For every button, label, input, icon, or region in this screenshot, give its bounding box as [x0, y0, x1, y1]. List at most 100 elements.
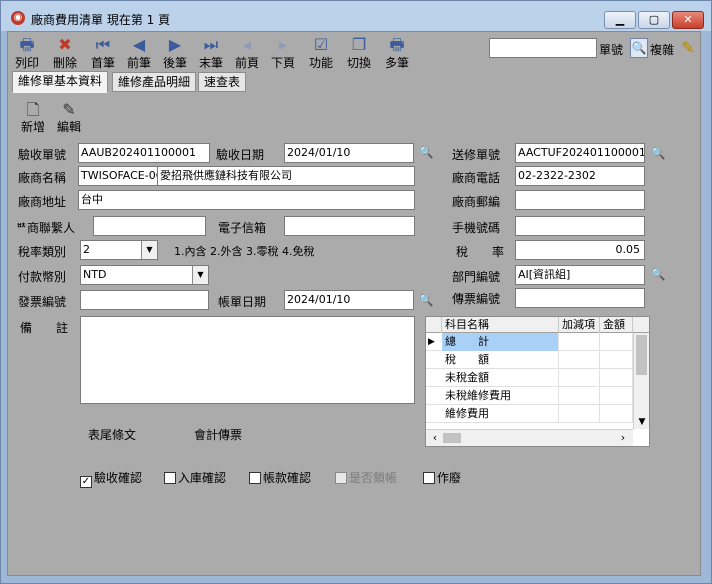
grid-vertical-scroll-thumb[interactable]: [636, 335, 647, 375]
table-row[interactable]: 稅 額: [426, 351, 633, 369]
footer-terms-link[interactable]: 表尾條文: [88, 426, 136, 443]
edit-button[interactable]: ✎ 編輯: [52, 100, 86, 136]
table-row[interactable]: 未稅維修費用: [426, 387, 633, 405]
grid-header-account-name[interactable]: 科目名稱: [442, 317, 559, 333]
grid-cell-account-name[interactable]: 未稅維修費用: [442, 387, 559, 405]
grid-cell-amount[interactable]: [600, 387, 633, 405]
grid-cell-amount[interactable]: [600, 333, 633, 351]
grid-cell-account-name[interactable]: 總 計: [442, 333, 559, 351]
vendor-postal-field[interactable]: [515, 190, 645, 210]
remarks-textarea[interactable]: [80, 316, 415, 404]
grid-cell-amount[interactable]: [600, 351, 633, 369]
vendor-name-field[interactable]: 愛招飛供應鏈科技有限公司: [157, 166, 415, 186]
table-row[interactable]: 維修費用: [426, 405, 633, 423]
grid-cell-adjustment[interactable]: [559, 387, 600, 405]
tab-basic-info[interactable]: 維修單基本資料: [12, 71, 109, 93]
previous-record-label: 前筆: [126, 56, 151, 70]
chevron-right-icon[interactable]: ›: [616, 430, 630, 446]
minimize-button[interactable]: ▁: [604, 11, 636, 29]
department-lookup-icon[interactable]: 🔍: [649, 265, 667, 283]
invoice-no-field[interactable]: [80, 290, 209, 310]
acceptance-confirm-checkbox[interactable]: ✓ 驗收確認: [80, 470, 142, 488]
void-checkbox[interactable]: 作廢: [423, 470, 461, 486]
function-button[interactable]: ☑ 功能: [304, 35, 338, 71]
grid-header-amount[interactable]: 金額: [600, 317, 633, 333]
vendor-phone-field[interactable]: 02-2322-2302: [515, 166, 645, 186]
grid-horizontal-scrollbar[interactable]: ‹ ›: [426, 429, 633, 446]
amount-summary-grid[interactable]: 科目名稱 加減項 金額 ▶ 總 計 稅 額 未稅金額 未稅維修費用 維修費用 ▼…: [425, 316, 650, 447]
new-document-icon: 🗋: [26, 100, 40, 119]
delivery-no-field[interactable]: AACTUF202401100001: [515, 143, 645, 163]
tax-type-select[interactable]: 2 ▼: [80, 240, 158, 260]
vendor-address-field[interactable]: 台中: [78, 190, 415, 210]
department-label: 部門編號: [452, 270, 501, 284]
maximize-button[interactable]: ▢: [638, 11, 670, 29]
vendor-contact-field[interactable]: [93, 216, 206, 236]
chevron-left-icon[interactable]: ‹: [428, 430, 442, 446]
chevron-down-icon[interactable]: ▼: [634, 415, 649, 429]
vendor-code-field[interactable]: TWISOFACE-0C: [78, 166, 158, 186]
tax-rate-field[interactable]: 0.05: [515, 240, 645, 260]
grid-cell-amount[interactable]: [600, 405, 633, 423]
first-record-button[interactable]: ⏮ 首筆: [86, 35, 120, 71]
table-row[interactable]: 未稅金額: [426, 369, 633, 387]
payment-confirm-checkbox[interactable]: 帳款確認: [249, 470, 311, 486]
grid-cell-account-name[interactable]: 維修費用: [442, 405, 559, 423]
print-button[interactable]: 🖶 列印: [10, 35, 44, 71]
delete-button[interactable]: ✖ 刪除: [48, 35, 82, 71]
chevron-down-icon[interactable]: ▼: [192, 266, 208, 284]
grid-horizontal-scroll-thumb[interactable]: [443, 433, 461, 443]
close-button[interactable]: ✕: [672, 11, 704, 29]
voucher-no-label: 傳票編號: [452, 292, 501, 306]
bill-date-field[interactable]: 2024/01/10: [284, 290, 414, 310]
delete-icon: ✖: [58, 35, 72, 54]
delivery-no-label: 送修單號: [452, 148, 501, 162]
title-bar[interactable]: ◉ 廠商費用清單 現在第 1 頁 ▁ ▢ ✕: [1, 1, 711, 31]
grid-cell-adjustment[interactable]: [559, 369, 600, 387]
new-button[interactable]: 🗋 新增: [16, 100, 50, 136]
grid-cell-adjustment[interactable]: [559, 333, 600, 351]
last-record-button[interactable]: ⏭ 末筆: [194, 35, 228, 71]
grid-cell-adjustment[interactable]: [559, 351, 600, 369]
email-label: 電子信箱: [218, 221, 267, 235]
previous-record-button[interactable]: ◀ 前筆: [122, 35, 156, 71]
app-logo-icon: ◉: [11, 11, 25, 25]
multi-record-button[interactable]: 🖶 多筆: [380, 35, 414, 71]
grid-cell-amount[interactable]: [600, 369, 633, 387]
voucher-no-field[interactable]: [515, 288, 645, 308]
switch-button[interactable]: ❐ 切換: [342, 35, 376, 71]
search-type-label: 單號: [599, 43, 624, 57]
tax-type-value: 2: [83, 243, 90, 256]
email-field[interactable]: [284, 216, 415, 236]
acceptance-date-lookup-icon[interactable]: 🔍: [417, 143, 435, 161]
grid-vertical-scrollbar[interactable]: ▼: [633, 333, 649, 429]
grid-cell-account-name[interactable]: 稅 額: [442, 351, 559, 369]
switch-icon: ❐: [351, 35, 367, 54]
last-record-label: 末筆: [198, 56, 223, 70]
chevron-down-icon[interactable]: ▼: [141, 241, 157, 259]
table-row[interactable]: ▶ 總 計: [426, 333, 633, 351]
accounting-voucher-link[interactable]: 會計傳票: [194, 426, 242, 443]
mobile-field[interactable]: [515, 216, 645, 236]
delivery-no-lookup-icon[interactable]: 🔍: [649, 144, 667, 162]
stock-in-confirm-checkbox[interactable]: 入庫確認: [164, 470, 226, 486]
acceptance-date-field[interactable]: 2024/01/10: [284, 143, 414, 163]
grid-cell-adjustment[interactable]: [559, 405, 600, 423]
grid-cell-account-name[interactable]: 未稅金額: [442, 369, 559, 387]
acceptance-no-field[interactable]: AAUB202401100001: [78, 143, 210, 163]
grid-header-adjustment[interactable]: 加減項: [559, 317, 600, 333]
department-field[interactable]: AI[資訊組]: [515, 265, 645, 285]
advanced-filter-icon[interactable]: ✎: [678, 37, 698, 59]
search-input[interactable]: [489, 38, 597, 58]
tab-quick-lookup[interactable]: 速查表: [198, 72, 247, 92]
tab-product-details[interactable]: 維修產品明細: [112, 72, 197, 92]
advanced-filter-label[interactable]: 複雜: [650, 41, 674, 58]
first-record-icon: ⏮: [95, 35, 111, 54]
search-icon[interactable]: 🔍: [630, 38, 648, 58]
next-record-button[interactable]: ▶ 後筆: [158, 35, 192, 71]
bill-date-lookup-icon[interactable]: 🔍: [417, 291, 435, 309]
previous-page-button[interactable]: ◂ 前頁: [230, 35, 264, 71]
next-page-icon: ▸: [278, 35, 288, 54]
currency-select[interactable]: NTD ▼: [80, 265, 209, 285]
next-page-button[interactable]: ▸ 下頁: [266, 35, 300, 71]
